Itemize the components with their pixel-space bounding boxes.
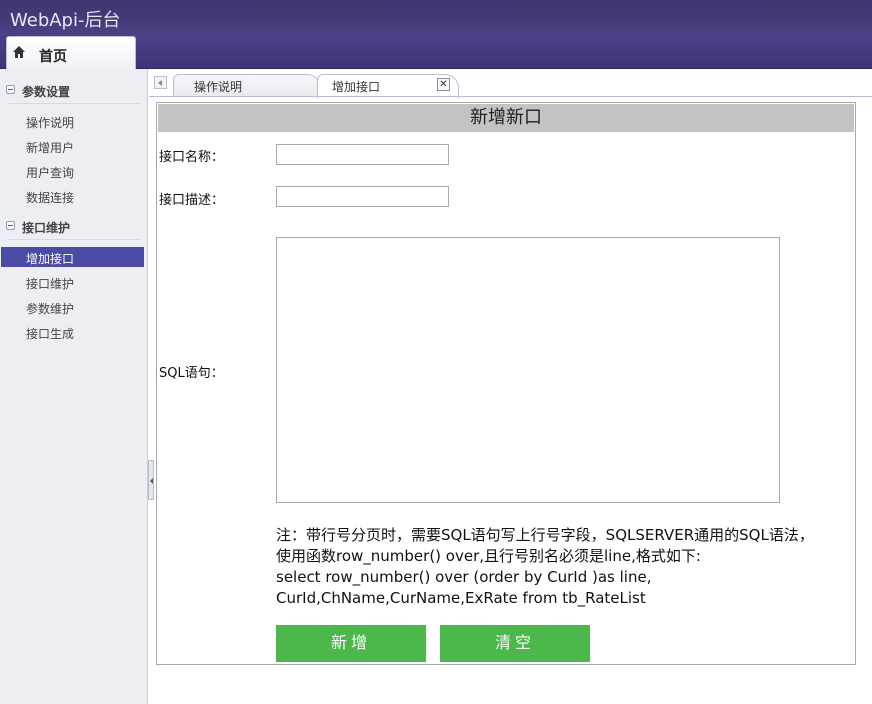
sidebar-group-label: 参数设置: [22, 85, 71, 99]
sidebar-item-add-user[interactable]: 新增用户: [0, 136, 148, 156]
sidebar-item-api-generate[interactable]: 接口生成: [0, 322, 148, 342]
sidebar-item-label: 数据连接: [26, 191, 75, 205]
add-button[interactable]: 新增: [276, 625, 426, 662]
app-title: WebApi-后台: [10, 10, 121, 31]
sql-label: SQL语句：: [159, 366, 224, 381]
sidebar-item-user-query[interactable]: 用户查询: [0, 161, 148, 181]
sidebar-item-label: 新增用户: [26, 141, 75, 155]
sidebar-item-label: 用户查询: [26, 166, 75, 180]
api-name-input[interactable]: [276, 144, 449, 165]
sidebar-group-params[interactable]: 参数设置: [0, 80, 148, 104]
tab-add-api[interactable]: 增加接口 ✕: [317, 74, 459, 98]
sidebar-item-label: 接口生成: [26, 327, 75, 341]
note-line: CurId,ChName,CurName,ExRate from tb_Rate…: [276, 589, 646, 607]
sidebar-item-label: 接口维护: [26, 277, 75, 291]
divider: [149, 96, 872, 97]
sql-textarea[interactable]: [276, 237, 780, 503]
add-api-form: 新增新口 接口名称： 接口描述： SQL语句： 注：带行号分页时，需要SQL语句…: [156, 102, 856, 665]
top-nav: 首页: [0, 33, 872, 70]
sidebar-group-label: 接口维护: [22, 221, 71, 235]
tab-label: 操作说明: [194, 80, 243, 94]
note-line: select row_number() over (order by CurId…: [276, 568, 652, 586]
sidebar-item-label: 增加接口: [26, 252, 75, 266]
home-icon: [13, 46, 25, 58]
sidebar-item-add-api[interactable]: 增加接口: [1, 247, 144, 267]
close-icon[interactable]: ✕: [437, 78, 450, 91]
form-title: 新增新口: [158, 104, 854, 132]
sidebar-item-data-connection[interactable]: 数据连接: [0, 186, 148, 206]
home-tab[interactable]: 首页: [6, 36, 136, 70]
sidebar-item-param-maintenance[interactable]: 参数维护: [0, 297, 148, 317]
divider: [8, 103, 140, 104]
api-name-label: 接口名称：: [159, 150, 225, 165]
sql-note: 注：带行号分页时，需要SQL语句写上行号字段，SQLSERVER通用的SQL语法…: [276, 525, 851, 609]
note-line: 使用函数row_number() over,且行号别名必须是line,格式如下:: [276, 547, 701, 565]
sidebar: 参数设置 操作说明 新增用户 用户查询 数据连接 接口维护 增加接口 接口维护 …: [0, 69, 148, 704]
app-header: WebApi-后台: [0, 0, 872, 33]
tab-scroll-left-icon[interactable]: [154, 76, 167, 89]
api-desc-input[interactable]: [276, 186, 449, 207]
home-tab-label: 首页: [39, 49, 67, 65]
sidebar-collapse-handle[interactable]: [148, 460, 154, 500]
sidebar-item-label: 参数维护: [26, 302, 75, 316]
sidebar-item-operation-guide[interactable]: 操作说明: [0, 111, 148, 131]
clear-button[interactable]: 清空: [440, 625, 590, 662]
note-line: 注：带行号分页时，需要SQL语句写上行号字段，SQLSERVER通用的SQL语法…: [276, 526, 814, 544]
sidebar-item-api-maintenance[interactable]: 接口维护: [0, 272, 148, 292]
sidebar-group-api[interactable]: 接口维护: [0, 216, 148, 240]
collapse-icon[interactable]: [6, 85, 15, 94]
tab-label: 增加接口: [332, 80, 381, 94]
tab-bar: 操作说明 增加接口 ✕: [149, 69, 872, 98]
api-desc-label: 接口描述：: [159, 193, 225, 208]
divider: [8, 239, 140, 240]
tab-operation-guide[interactable]: 操作说明: [173, 74, 321, 97]
collapse-icon[interactable]: [6, 221, 15, 230]
sidebar-item-label: 操作说明: [26, 116, 75, 130]
